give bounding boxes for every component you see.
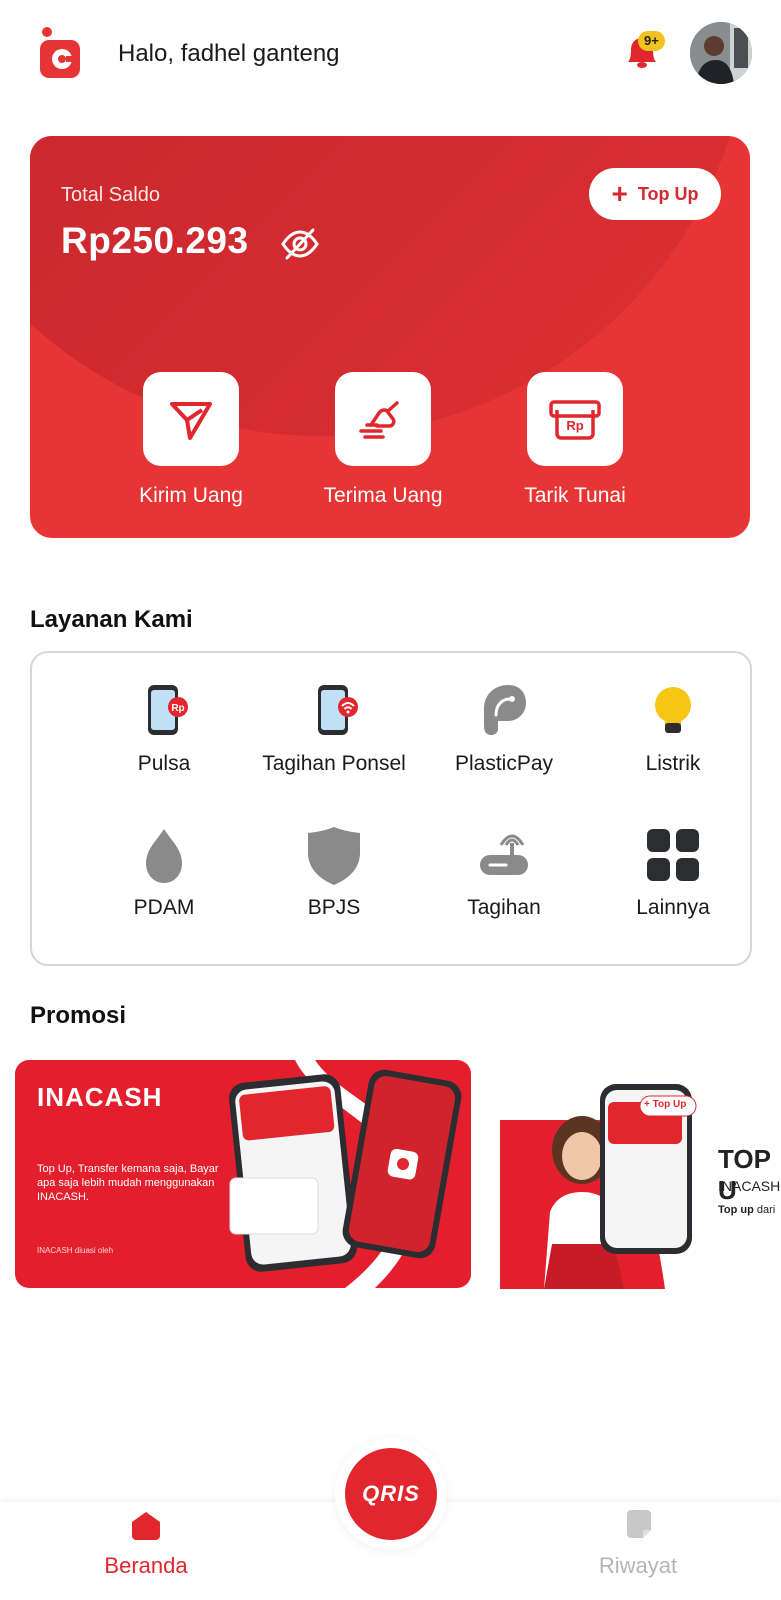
cash-withdraw-label: Tarik Tunai [524, 484, 626, 507]
svg-text:Rp: Rp [171, 703, 184, 714]
service-listrik[interactable]: Listrik [587, 681, 759, 776]
send-icon [170, 402, 212, 440]
service-label: Tagihan Ponsel [262, 752, 406, 775]
phone-bill-icon [304, 681, 364, 741]
phone-credit-icon: Rp [134, 681, 194, 741]
balance-amount: Rp250.293 [61, 220, 249, 261]
qris-label: QRIS [362, 1481, 420, 1506]
service-label: Listrik [645, 752, 701, 775]
hide-balance-icon[interactable] [280, 224, 320, 264]
nav-home[interactable]: Beranda [76, 1510, 216, 1579]
cash-withdraw-button[interactable]: Rp Tarik Tunai [490, 372, 660, 508]
send-money-button[interactable]: Kirim Uang [106, 372, 276, 508]
home-icon [132, 1512, 160, 1540]
plus-icon: + [611, 178, 628, 209]
topup-button[interactable]: + Top Up [589, 168, 721, 220]
plasticpay-icon [474, 681, 534, 741]
promo-footer: INACASH diuasi oleh [37, 1246, 114, 1255]
service-label: Lainnya [636, 896, 710, 919]
promo-chip: + Top Up [644, 1099, 687, 1110]
service-tagihan-ponsel[interactable]: Tagihan Ponsel [248, 681, 420, 776]
service-pulsa[interactable]: Rp Pulsa [78, 681, 250, 776]
promo-title: Promosi [30, 1002, 127, 1029]
service-pdam[interactable]: PDAM [78, 825, 250, 920]
services-title: Layanan Kami [30, 606, 193, 633]
promo-brand: INACASH [37, 1082, 163, 1112]
balance-card: Total Saldo Rp250.293 + Top Up Kirim Uan… [30, 136, 750, 538]
balance-label: Total Saldo [61, 184, 160, 206]
services-panel: Rp Pulsa Tagihan Ponsel PlasticPay Listr… [30, 651, 752, 966]
qris-scan-button[interactable]: QRIS [345, 1448, 437, 1540]
promo-sub: INACASH [718, 1178, 781, 1194]
lightbulb-icon [643, 681, 703, 741]
promo-headline: TOP U [718, 1144, 771, 1205]
nav-history-label: Riwayat [598, 1553, 678, 1578]
service-label: Pulsa [137, 752, 191, 775]
promo-text: Top Up, Transfer kemana saja, Bayar apa … [37, 1163, 219, 1203]
service-label: Tagihan [467, 896, 541, 919]
water-drop-icon [134, 825, 194, 885]
promo-body: Top up dari [718, 1204, 776, 1216]
service-bpjs[interactable]: BPJS [248, 825, 420, 920]
topup-label: Top Up [637, 183, 699, 204]
promo-banner-topup[interactable]: + Top Up TOP U INACASH Top up dari [500, 1084, 781, 1289]
history-icon [627, 1510, 651, 1538]
avatar[interactable] [690, 22, 752, 84]
receive-money-label: Terima Uang [323, 484, 443, 507]
grid-icon [643, 825, 703, 885]
router-icon [474, 825, 534, 885]
nav-home-label: Beranda [104, 1553, 188, 1578]
service-tagihan[interactable]: Tagihan [418, 825, 590, 920]
service-label: BPJS [307, 896, 361, 919]
receive-money-button[interactable]: Terima Uang [298, 372, 468, 508]
receive-money-icon [359, 401, 399, 439]
notification-badge: 9+ [638, 31, 665, 51]
shield-icon [304, 825, 364, 885]
service-plasticpay[interactable]: PlasticPay [418, 681, 590, 776]
nav-history[interactable]: Riwayat [568, 1510, 708, 1579]
service-label: PlasticPay [454, 752, 554, 775]
service-lainnya[interactable]: Lainnya [587, 825, 759, 920]
cash-withdraw-icon: Rp [549, 400, 601, 440]
svg-text:Rp: Rp [566, 418, 583, 433]
promo-banner-inacash[interactable]: INACASH Top Up, Transfer kemana saja, Ba… [15, 1060, 471, 1288]
greeting-text: Halo, fadhel ganteng [118, 40, 340, 67]
app-logo [38, 26, 82, 80]
service-label: PDAM [133, 896, 195, 919]
send-money-label: Kirim Uang [139, 484, 243, 507]
